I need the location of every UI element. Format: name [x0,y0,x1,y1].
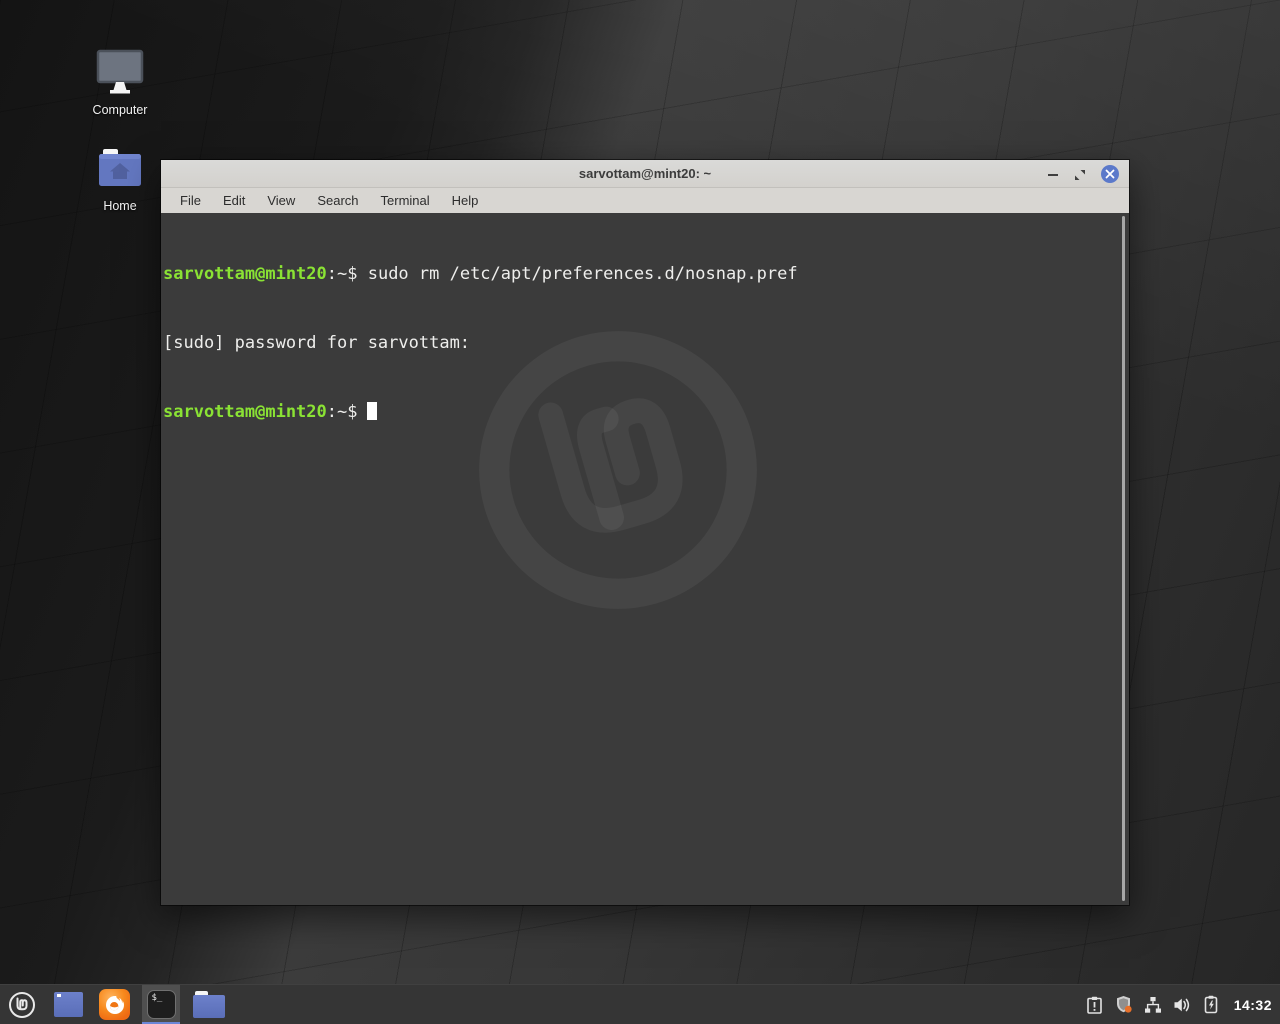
firefox-launcher-icon[interactable] [99,989,130,1020]
menu-search[interactable]: Search [306,188,369,213]
terminal-line-command: sarvottam@mint20:~$ sudo rm /etc/apt/pre… [163,263,1129,286]
terminal-text: sarvottam@mint20:~$ sudo rm /etc/apt/pre… [161,213,1129,470]
system-tray: 14:32 [1086,985,1280,1024]
terminal-prompt-glyph: $_ [152,993,163,1003]
close-x-icon [1105,169,1115,179]
terminal-scrollbar[interactable] [1122,216,1125,901]
power-manager-icon[interactable] [1203,995,1219,1014]
terminal-taskbar-button-active[interactable]: $_ [142,985,180,1024]
menu-terminal[interactable]: Terminal [370,188,441,213]
mint-menu-button[interactable] [6,989,38,1021]
taskbar-panel: $_ [0,984,1280,1024]
prompt-symbol: :~$ [327,402,358,422]
file-manager-launcher-icon[interactable] [193,991,225,1018]
close-button[interactable] [1101,165,1119,183]
prompt-user-host: sarvottam@mint20 [163,264,327,284]
prompt-user-host: sarvottam@mint20 [163,402,327,422]
desktop-icon-label: Computer [82,103,158,117]
terminal-cursor [367,402,377,420]
desktop-wallpaper: Computer Home sarvottam@mint20: ~ [0,0,1280,1024]
terminal-line-prompt: sarvottam@mint20:~$ [163,401,1129,424]
minimize-button[interactable] [1047,168,1059,180]
show-desktop-button[interactable] [54,992,83,1017]
terminal-menubar: File Edit View Search Terminal Help [161,188,1129,213]
firewall-shield-icon[interactable] [1114,995,1133,1014]
network-icon[interactable] [1144,996,1162,1014]
volume-icon[interactable] [1173,996,1192,1014]
terminal-line-output: [sudo] password for sarvottam: [163,332,1129,355]
window-title: sarvottam@mint20: ~ [579,166,711,181]
menu-edit[interactable]: Edit [212,188,256,213]
prompt-symbol: :~$ [327,264,358,284]
menu-help[interactable]: Help [441,188,490,213]
linux-mint-logo-icon [7,990,37,1020]
desktop-icon-computer[interactable]: Computer [82,48,158,117]
terminal-app-icon: $_ [147,990,176,1019]
taskbar-clock[interactable]: 14:32 [1234,997,1272,1013]
maximize-button[interactable] [1074,168,1086,180]
command-text: sudo rm /etc/apt/preferences.d/nosnap.pr… [357,264,797,284]
computer-monitor-icon [82,48,158,99]
update-status-icon[interactable] [1086,996,1103,1014]
window-controls [1047,160,1119,188]
home-folder-icon [82,148,158,195]
menu-file[interactable]: File [169,188,212,213]
terminal-content-area[interactable]: sarvottam@mint20:~$ sudo rm /etc/apt/pre… [161,213,1129,904]
terminal-window: sarvottam@mint20: ~ File Edit [161,160,1129,905]
desktop-icon-label: Home [82,199,158,213]
menu-view[interactable]: View [256,188,306,213]
desktop-icon-home[interactable]: Home [82,148,158,213]
window-titlebar[interactable]: sarvottam@mint20: ~ [161,160,1129,188]
